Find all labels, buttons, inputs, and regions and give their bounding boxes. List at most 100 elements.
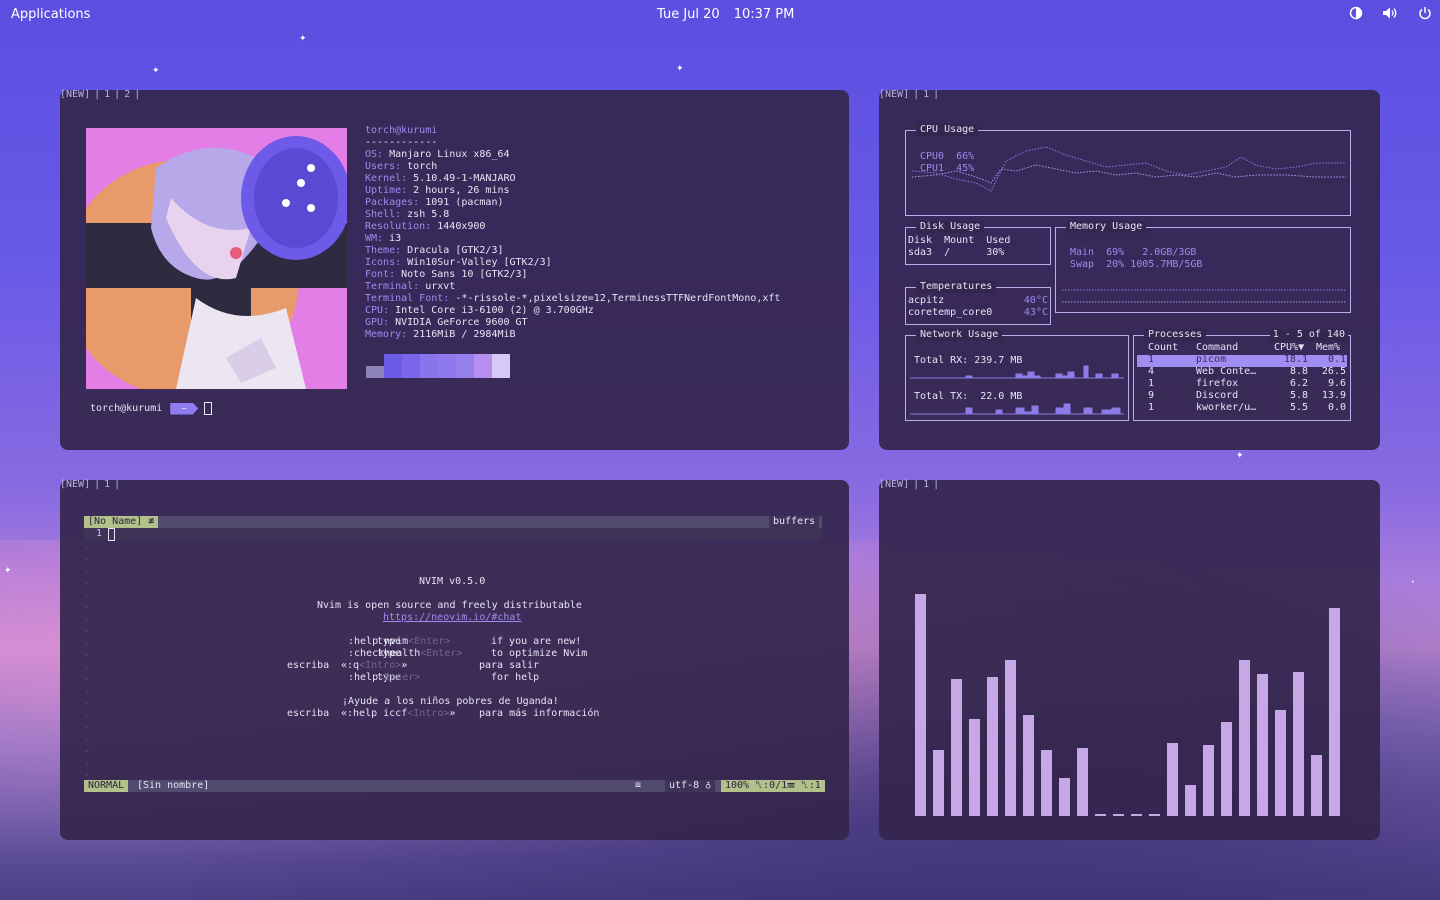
help-key: <Enter> — [378, 672, 421, 683]
tag-new[interactable]: [NEW] — [879, 89, 909, 100]
visualizer-bar — [951, 679, 962, 816]
tilde-marker: - — [84, 626, 91, 637]
tag-new[interactable]: [NEW] — [879, 479, 909, 490]
process-cell[interactable]: 26.5 — [1316, 366, 1346, 378]
info-row: Shell: zsh 5.8 — [365, 209, 450, 220]
visualizer-bar — [1077, 748, 1088, 816]
process-cell[interactable]: kworker/u… — [1196, 402, 1256, 414]
disk-table: Disk Mount Used sda3 / 30% — [908, 235, 1010, 259]
tilde-marker: - — [84, 734, 91, 745]
col-cpu[interactable]: CPU%▼ — [1274, 342, 1304, 354]
help-desc: to optimize Nvim — [491, 648, 588, 659]
tag-new[interactable]: [NEW] — [60, 479, 90, 490]
status-filename: [Sin nombre] — [137, 780, 210, 791]
process-cell[interactable]: Discord — [1196, 390, 1238, 402]
info-value: 1091 (pacman) — [425, 197, 504, 208]
clock[interactable]: Tue Jul 20 10:37 PM — [657, 7, 808, 22]
info-row: OS: Manjaro Linux x86_64 — [365, 149, 510, 160]
temperatures-panel: Temperatures acpitz 40°C coretemp_core0 … — [905, 281, 1051, 325]
panel-title: Disk Usage — [916, 221, 985, 233]
tab-no-name[interactable]: [No Name] ≢ — [84, 516, 159, 528]
iccf-cmd: «:help iccf<Intro>» — [341, 708, 455, 720]
panel-title: CPU Usage — [916, 124, 979, 136]
tag-2[interactable]: 2 — [124, 89, 130, 100]
visualizer-bar — [969, 719, 980, 816]
star-icon: ✦ — [1236, 451, 1244, 461]
visualizer-bar — [1041, 750, 1052, 816]
brightness-icon[interactable] — [1348, 6, 1364, 22]
info-key: WM — [365, 233, 378, 244]
info-row: Memory: 2116MiB / 2984MiB — [365, 329, 516, 340]
help-command: :help — [348, 672, 379, 683]
clock-time: 10:37 PM — [733, 7, 795, 22]
uganda-line: ¡Ayude a los niños pobres de Uganda! — [342, 696, 559, 707]
color-swatch — [420, 354, 438, 378]
visualizer-bar — [1203, 745, 1214, 816]
tilde-marker: - — [84, 542, 91, 553]
status-percent: 100% ␤:0/1☰ ␤:1 — [721, 780, 825, 792]
process-cell[interactable]: 5.8 — [1274, 390, 1308, 402]
info-value: 5.10.49-1-MANJARO — [413, 173, 516, 184]
tag-1[interactable]: 1 — [104, 89, 110, 100]
tag-1[interactable]: 1 — [923, 479, 929, 490]
tag-1[interactable]: 1 — [923, 89, 929, 100]
tilde-marker: - — [84, 566, 91, 577]
power-icon[interactable] — [1417, 6, 1433, 22]
process-cell[interactable]: 1 — [1148, 378, 1154, 390]
col-mem[interactable]: Mem% — [1316, 342, 1340, 354]
process-cell[interactable]: 13.9 — [1316, 390, 1346, 402]
neofetch-terminal[interactable]: [NEW] | 1 | 2 | torch@kurumi ------------ OS: M… — [60, 89, 849, 450]
process-cell[interactable]: 0.0 — [1316, 402, 1346, 414]
info-key: Kernel — [365, 173, 402, 184]
process-cell[interactable]: 9.6 — [1316, 378, 1346, 390]
process-cell[interactable]: 1 — [1148, 402, 1154, 414]
info-row: Resolution: 1440x900 — [365, 221, 486, 232]
col-count[interactable]: Count — [1148, 342, 1178, 354]
info-value: urxvt — [425, 281, 456, 292]
shell-prompt[interactable]: torch@kurumi ~ — [90, 402, 213, 415]
disk-usage-panel: Disk Usage Disk Mount Used sda3 / 30% — [905, 221, 1051, 265]
visualizer-bar — [1239, 660, 1250, 816]
info-value: torch — [407, 161, 438, 172]
disk-header: Disk Mount Used — [908, 235, 1011, 246]
process-cell[interactable]: 18.1 — [1274, 354, 1308, 366]
info-row: Icons: Win10Sur-Valley [GTK2/3] — [365, 257, 552, 268]
info-value: Noto Sans 10 [GTK2/3] — [401, 269, 528, 280]
cpu-graph — [911, 146, 1346, 192]
process-cell[interactable]: Web Conte… — [1196, 366, 1256, 378]
tilde-marker: - — [84, 602, 91, 613]
help-post: » — [401, 660, 408, 671]
process-cell[interactable]: 1 — [1148, 354, 1154, 366]
info-value: Manjaro Linux x86_64 — [389, 149, 510, 160]
nvim-terminal[interactable]: [NEW] | 1 | [No Name] ≢ buffers 1 ---------… — [60, 479, 849, 840]
mode-indicator: NORMAL — [84, 780, 129, 792]
info-value: Dracula [GTK2/3] — [407, 245, 504, 256]
col-command[interactable]: Command — [1196, 342, 1238, 354]
process-cell[interactable]: 4 — [1148, 366, 1154, 378]
memory-graph — [1062, 289, 1346, 303]
cava-terminal[interactable]: [NEW] | 1 | — [879, 479, 1380, 840]
panel-title: Temperatures — [916, 281, 997, 293]
process-cell[interactable]: 6.2 — [1274, 378, 1308, 390]
process-range: 1 - 5 of 140 — [1269, 329, 1348, 341]
applications-menu[interactable]: Applications — [11, 7, 90, 22]
buffers-label[interactable]: buffers — [769, 516, 820, 528]
visualizer-bar — [1293, 672, 1304, 816]
info-key: Terminal — [365, 281, 414, 292]
process-cell[interactable]: 5.5 — [1274, 402, 1308, 414]
gotop-terminal[interactable]: [NEW] | 1 | CPU Usage CPU0 66% CPU1 45% Disk… — [879, 89, 1380, 450]
iccf-pre: escriba — [287, 708, 330, 719]
process-cell[interactable]: 8.8 — [1274, 366, 1308, 378]
tag-new[interactable]: [NEW] — [60, 89, 90, 100]
neovim-chat-link[interactable]: https://neovim.io/#chat — [383, 612, 521, 624]
tag-1[interactable]: 1 — [104, 479, 110, 490]
tag-sep: | — [933, 479, 940, 490]
process-cell[interactable]: 9 — [1148, 390, 1154, 402]
process-cell[interactable]: 0.1 — [1316, 354, 1346, 366]
workspace-tags: [NEW] | 1 | — [60, 479, 124, 490]
process-cell[interactable]: picom — [1196, 354, 1226, 366]
process-cell[interactable]: firefox — [1196, 378, 1238, 390]
volume-icon[interactable] — [1382, 6, 1398, 22]
help-cmd: :help<Enter> — [348, 672, 420, 684]
help-cmd: :help nvim<Enter> — [348, 636, 450, 648]
